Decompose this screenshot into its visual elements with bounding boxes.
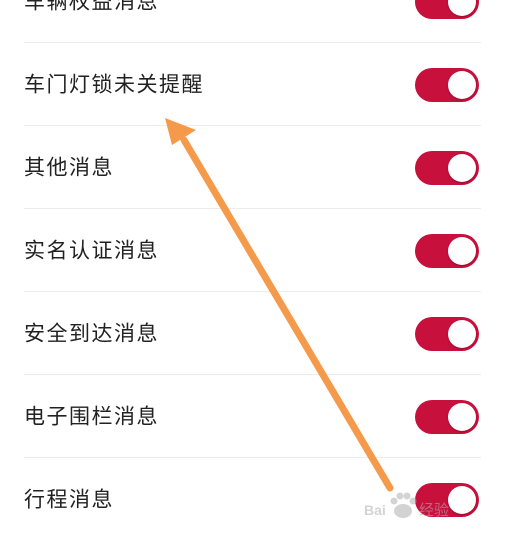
- setting-row-trip-messages: 行程消息: [0, 458, 509, 539]
- toggle-knob: [448, 485, 476, 514]
- setting-row-other-messages: 其他消息: [0, 126, 509, 209]
- toggle-knob: [448, 70, 476, 99]
- toggle-switch-trip-messages[interactable]: [415, 482, 479, 517]
- toggle-switch-other-messages[interactable]: [415, 150, 479, 185]
- setting-label: 车辆权益消息: [24, 0, 159, 13]
- setting-row-door-lock-reminder: 车门灯锁未关提醒: [0, 43, 509, 126]
- setting-row-safe-arrival: 安全到达消息: [0, 292, 509, 375]
- toggle-knob: [448, 0, 476, 16]
- toggle-knob: [448, 236, 476, 265]
- setting-label: 行程消息: [24, 487, 114, 511]
- notification-settings-list: 车辆权益消息 车门灯锁未关提醒 其他消息 实名认证消息 安全到达消息 电子围栏消…: [0, 0, 509, 539]
- toggle-knob: [448, 319, 476, 348]
- toggle-switch-geofence[interactable]: [415, 399, 479, 434]
- setting-label: 车门灯锁未关提醒: [24, 72, 204, 96]
- toggle-switch-safe-arrival[interactable]: [415, 316, 479, 351]
- setting-row-vehicle-benefits: 车辆权益消息: [0, 0, 509, 43]
- toggle-switch-door-lock-reminder[interactable]: [415, 67, 479, 102]
- toggle-switch-real-name-auth[interactable]: [415, 233, 479, 268]
- toggle-switch-vehicle-benefits[interactable]: [415, 0, 479, 19]
- toggle-knob: [448, 402, 476, 431]
- setting-label: 其他消息: [24, 155, 114, 179]
- setting-label: 实名认证消息: [24, 238, 159, 262]
- setting-row-geofence: 电子围栏消息: [0, 375, 509, 458]
- setting-row-real-name-auth: 实名认证消息: [0, 209, 509, 292]
- toggle-knob: [448, 153, 476, 182]
- setting-label: 电子围栏消息: [24, 404, 159, 428]
- setting-label: 安全到达消息: [24, 321, 159, 345]
